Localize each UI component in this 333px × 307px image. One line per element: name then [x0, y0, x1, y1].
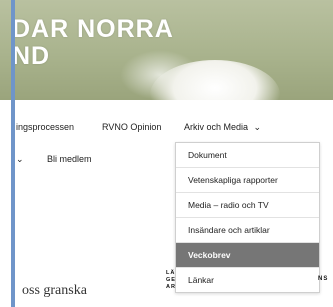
dropdown-item-dokument[interactable]: Dokument [176, 143, 319, 167]
dropdown-item-media-radio-och-tv[interactable]: Media – radio och TV [176, 192, 319, 217]
dropdown-item-veckobrev[interactable]: Veckobrev [176, 242, 319, 267]
nav-item-arkiv-och-media-label: Arkiv och Media [184, 122, 249, 132]
partner-logo-tail: NS [318, 276, 329, 282]
nav-item-rvno-opinion[interactable]: RVNO Opinion [102, 122, 161, 132]
logo-line-2: GE [166, 277, 176, 283]
logo-line-3: AR [166, 284, 176, 290]
dropdown-item-vetenskapliga-rapporter[interactable]: Vetenskapliga rapporter [176, 167, 319, 192]
partner-logo-text[interactable]: LÄ GE AR [166, 270, 176, 291]
chevron-down-icon[interactable]: ⌄ [16, 154, 24, 165]
logo-line-1: LÄ [166, 270, 176, 276]
section-heading: oss granska [22, 283, 87, 298]
arkiv-och-media-dropdown: Dokument Vetenskapliga rapporter Media –… [175, 142, 320, 293]
nav-item-remissprocessen[interactable]: ingsprocessen [16, 122, 74, 132]
nav-item-bli-medlem[interactable]: Bli medlem [47, 154, 92, 164]
site-title-line1: DAR NORRA [12, 15, 174, 43]
window-edge [11, 0, 15, 307]
site-title-line2: ND [12, 42, 51, 70]
nav-item-arkiv-och-media[interactable]: Arkiv och Media ⌄ [184, 122, 261, 133]
site-title[interactable]: DAR NORRA ND [12, 16, 174, 70]
dropdown-item-insandare-och-artiklar[interactable]: Insändare och artiklar [176, 217, 319, 242]
chevron-down-icon: ⌄ [253, 122, 262, 132]
dropdown-item-lankar[interactable]: Länkar [176, 267, 319, 292]
header-banner: DAR NORRA ND [0, 0, 333, 100]
